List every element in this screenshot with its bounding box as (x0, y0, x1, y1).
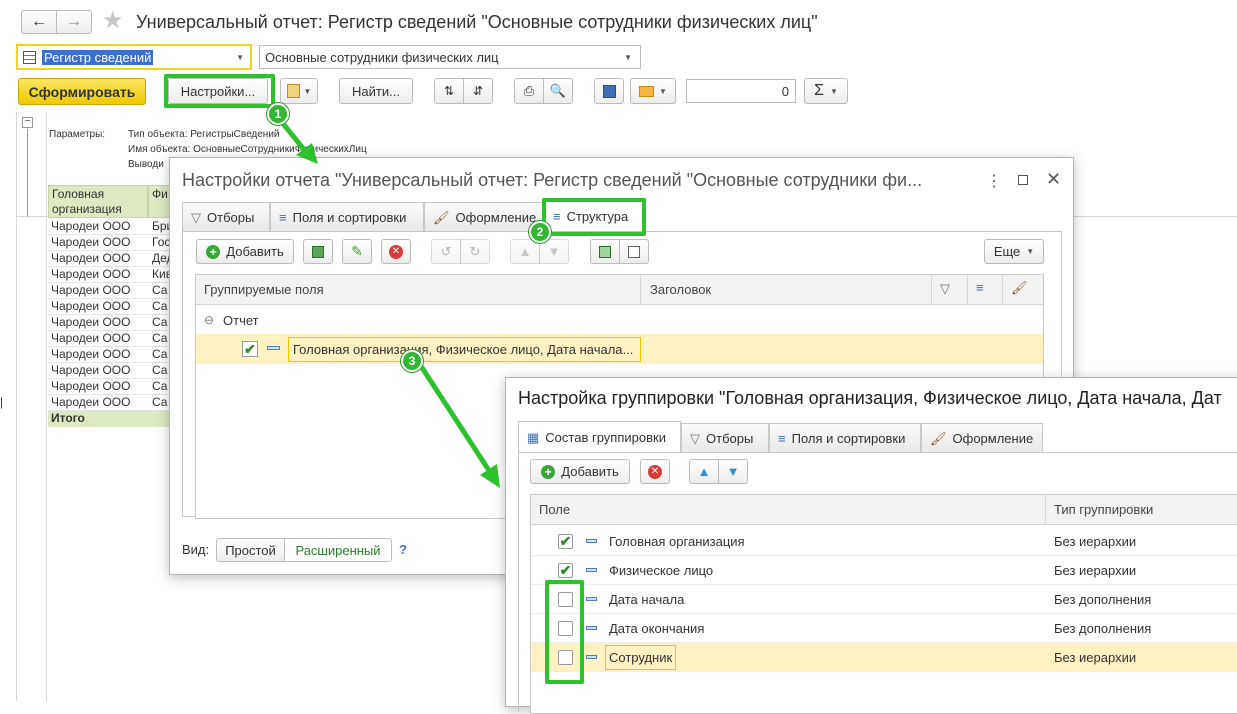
annotation-arrows (270, 108, 500, 488)
step-badge-3: 3 (401, 350, 423, 372)
step-badge-1: 1 (267, 103, 289, 125)
arrow-3 (414, 358, 493, 474)
step-badge-2: 2 (529, 221, 551, 243)
